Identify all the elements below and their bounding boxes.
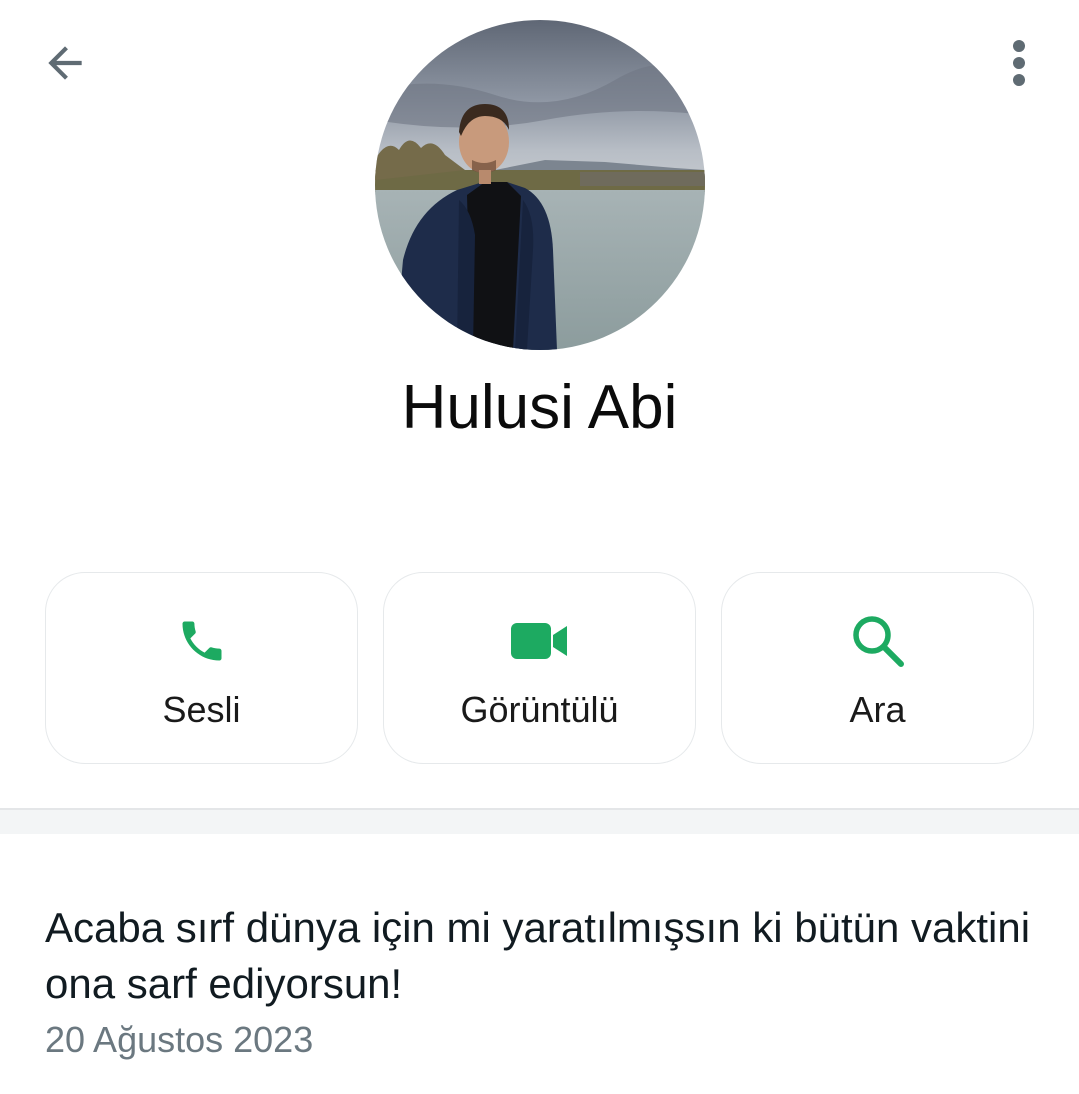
video-call-label: Görüntülü: [460, 689, 619, 730]
section-divider: [0, 808, 1079, 834]
arrow-left-icon: [48, 46, 82, 80]
profile-photo: [375, 20, 705, 350]
more-options-button[interactable]: [984, 28, 1054, 98]
video-camera-icon: [510, 623, 567, 659]
video-call-button[interactable]: Görüntülü: [383, 572, 696, 764]
search-label: Ara: [849, 689, 906, 730]
profile-avatar[interactable]: [375, 20, 705, 350]
back-button[interactable]: [30, 28, 100, 98]
about-date: 20 Ağustos 2023: [45, 1019, 314, 1060]
more-vertical-icon: [1013, 40, 1025, 86]
contact-name: Hulusi Abi: [401, 373, 678, 442]
about-text[interactable]: Acaba sırf dünya için mi yaratılmışsın k…: [45, 900, 1035, 1012]
search-button[interactable]: Ara: [721, 572, 1034, 764]
phone-icon: [182, 621, 221, 661]
voice-call-button[interactable]: Sesli: [45, 572, 358, 764]
action-buttons: Sesli Görüntülü Ara: [45, 572, 1035, 766]
search-icon: [852, 616, 904, 667]
voice-call-label: Sesli: [162, 689, 241, 730]
